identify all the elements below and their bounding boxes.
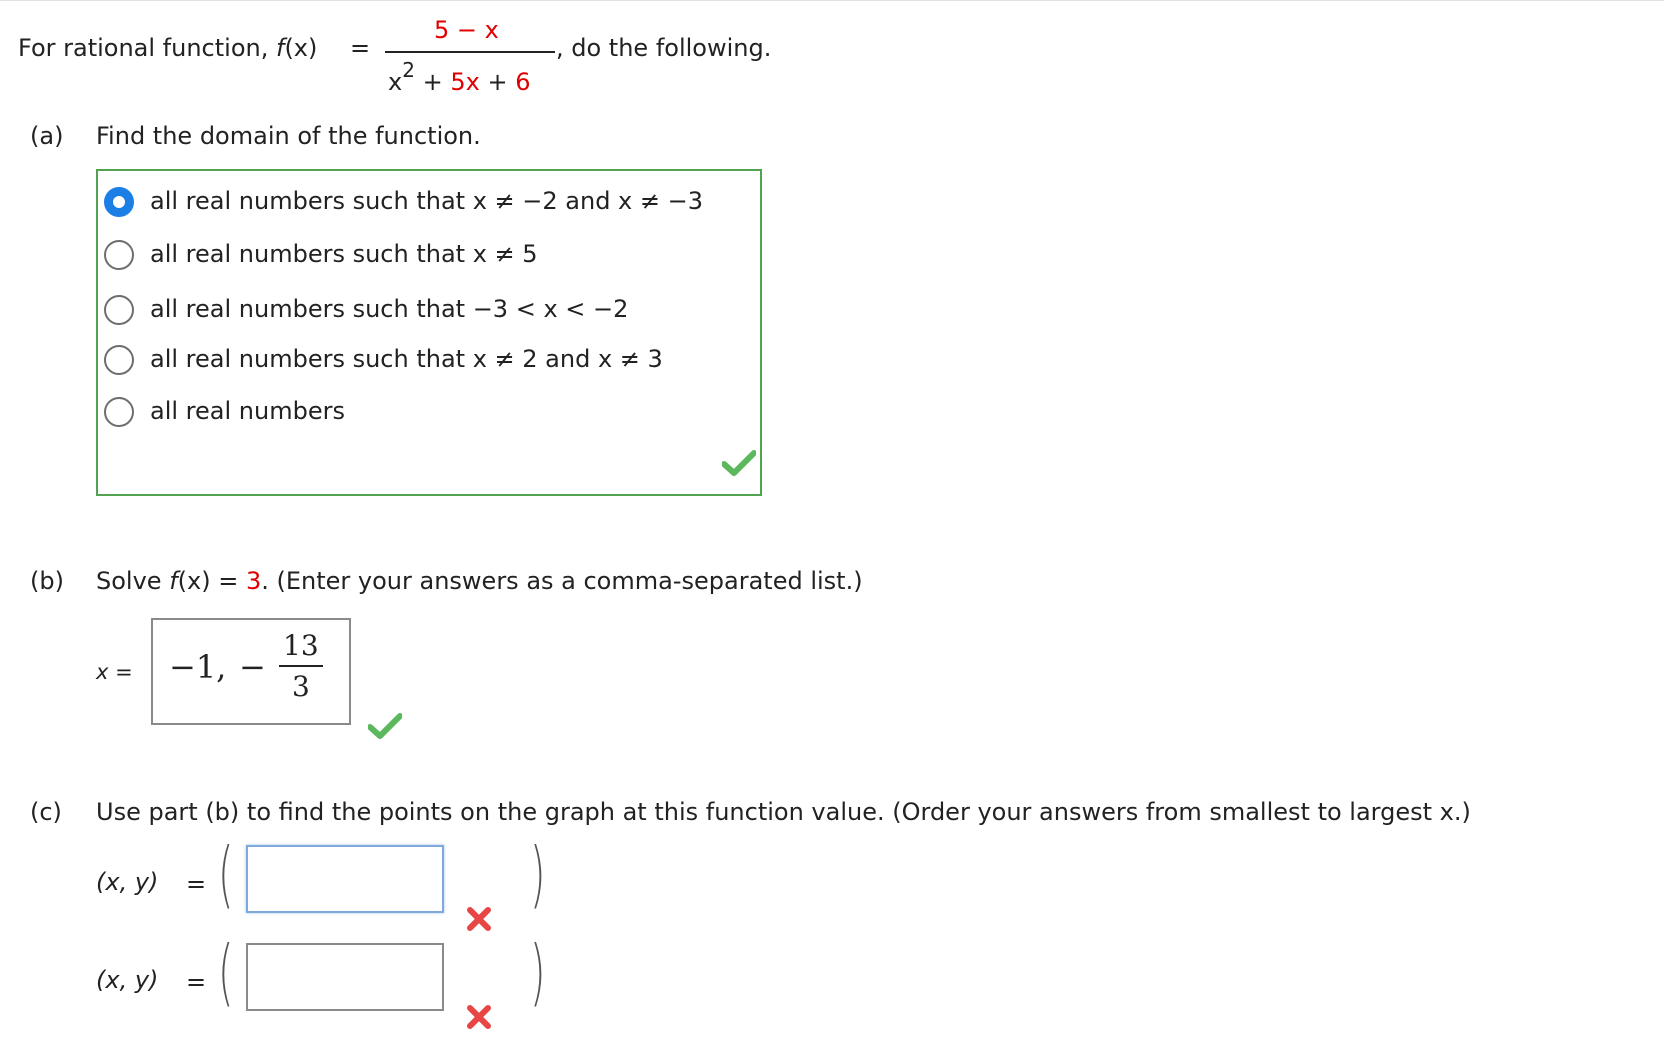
x-equals-label: x = <box>96 660 133 684</box>
part-a-label: (a) <box>30 122 64 150</box>
part-c-label: (c) <box>30 798 62 826</box>
radio-option-4[interactable] <box>104 345 134 375</box>
fraction-denominator: x2 + 5x + 6 <box>388 58 531 96</box>
den-plus2: + <box>487 68 508 96</box>
option-4-label[interactable]: all real numbers such that x ≠ 2 and x ≠… <box>150 345 663 373</box>
intro-prefix: For rational function, <box>18 34 276 62</box>
intro-text: For rational function, f(x) <box>18 34 317 62</box>
den-x: x <box>388 68 403 96</box>
part-b-fvar: (x) <box>177 567 211 595</box>
part-b-label: (b) <box>30 567 64 595</box>
point-1-label: (x, y) <box>96 868 159 896</box>
point-2-close-paren: ) <box>530 930 546 1014</box>
domain-options-box <box>96 169 762 496</box>
point-2-equals: = <box>186 968 207 996</box>
top-divider <box>0 0 1664 1</box>
option-2-label[interactable]: all real numbers such that x ≠ 5 <box>150 240 538 268</box>
answer-denominator: 3 <box>292 670 310 703</box>
answer-fraction-bar <box>279 665 323 667</box>
option-3-label[interactable]: all real numbers such that −3 < x < −2 <box>150 295 628 323</box>
point-2-label: (x, y) <box>96 966 159 994</box>
point-1-open-paren: ( <box>218 832 234 916</box>
part-b-prompt-pre: Solve <box>96 567 170 595</box>
part-b-equals: = <box>210 567 246 595</box>
den-term: 5x <box>450 68 480 96</box>
answer-first: −1, <box>169 648 227 686</box>
fraction-bar <box>385 51 555 53</box>
x-icon <box>467 907 491 931</box>
part-b-prompt: Solve f(x) = 3. (Enter your answers as a… <box>96 567 863 595</box>
option-1-label[interactable]: all real numbers such that x ≠ −2 and x … <box>150 187 703 215</box>
option-5-label[interactable]: all real numbers <box>150 397 345 425</box>
x-icon <box>467 1005 491 1029</box>
part-c-prompt: Use part (b) to find the points on the g… <box>96 798 1471 826</box>
part-b-prompt-post: . (Enter your answers as a comma-separat… <box>261 567 863 595</box>
intro-suffix: , do the following. <box>556 34 772 62</box>
den-const: 6 <box>515 68 531 96</box>
point-1-input[interactable] <box>246 845 444 913</box>
intro-fvar: (x) <box>284 34 318 62</box>
point-2-input[interactable] <box>246 943 444 1011</box>
fraction-numerator: 5 − x <box>434 16 499 44</box>
den-plus1: + <box>422 68 443 96</box>
part-b-fname: f <box>169 567 178 595</box>
part-a-prompt: Find the domain of the function. <box>96 122 481 150</box>
point-1-equals: = <box>186 870 207 898</box>
solve-answer-field[interactable]: −1, − 13 3 <box>151 618 351 725</box>
answer-numerator: 13 <box>283 629 319 662</box>
radio-option-1[interactable] <box>104 187 134 217</box>
point-1-close-paren: ) <box>530 832 546 916</box>
radio-option-5[interactable] <box>104 397 134 427</box>
den-exp: 2 <box>402 58 415 82</box>
answer-minus: − <box>239 648 266 686</box>
check-icon <box>722 450 756 476</box>
point-2-open-paren: ( <box>218 930 234 1014</box>
check-icon <box>368 713 402 739</box>
intro-equals: = <box>350 34 371 62</box>
part-b-value: 3 <box>245 567 262 595</box>
radio-option-3[interactable] <box>104 295 134 325</box>
radio-option-2[interactable] <box>104 240 134 270</box>
